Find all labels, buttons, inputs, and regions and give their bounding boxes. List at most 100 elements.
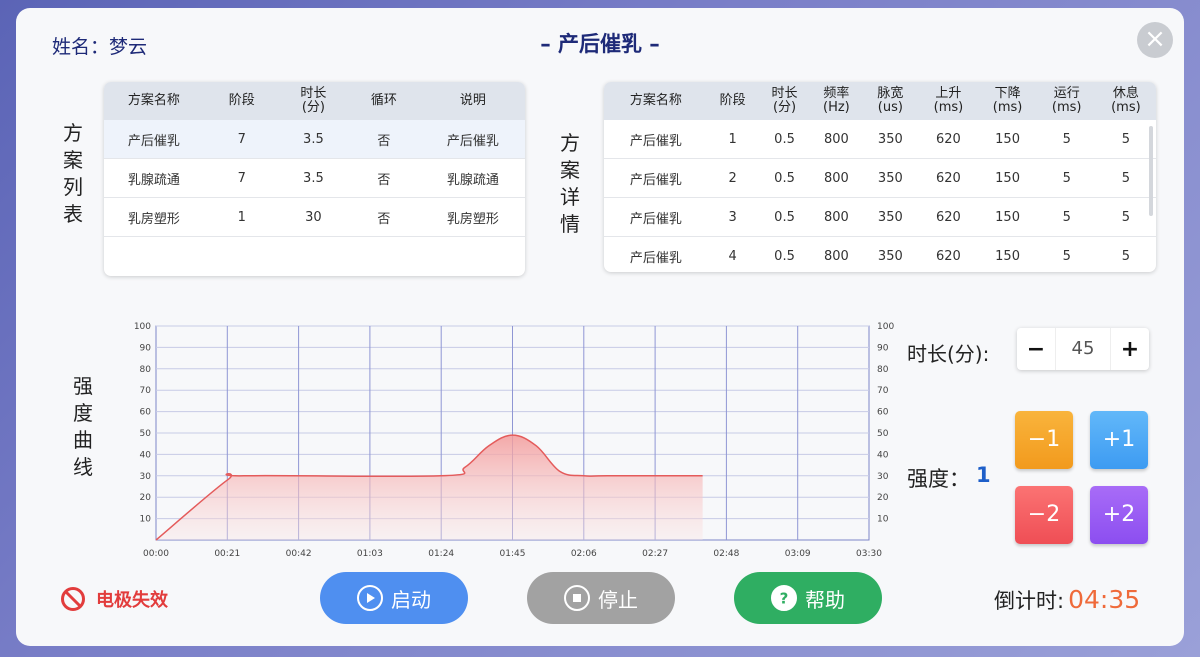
table-cell: 620: [919, 120, 978, 159]
y-tick-label-right: 100: [877, 322, 894, 332]
column-header-text: 说明: [459, 93, 486, 108]
table-cell: 620: [919, 197, 978, 237]
x-tick-label: 00:21: [214, 549, 240, 558]
y-tick-label-right: 80: [877, 365, 889, 375]
table-cell: 350: [861, 236, 920, 272]
column-header-text: 方案名称: [127, 93, 180, 108]
table-cell: 产后催乳: [420, 120, 525, 159]
help-button[interactable]: ? 帮助: [734, 572, 882, 624]
intensity-area: [156, 435, 703, 540]
column-header-text: 频率: [823, 86, 850, 101]
column-header: 方案名称: [104, 82, 204, 120]
y-tick-label-right: 30: [877, 472, 889, 482]
column-header-text: 循环: [370, 93, 397, 108]
countdown: 倒计时: 04:35: [994, 585, 1140, 615]
y-tick-label-left: 30: [140, 472, 152, 482]
table-cell: 800: [811, 197, 862, 237]
table-cell: 产后催乳: [604, 120, 708, 159]
y-tick-label-right: 50: [877, 429, 889, 439]
table-row[interactable]: 乳腺疏通 7 3.5 否乳腺疏通: [104, 158, 525, 198]
table-row[interactable]: 产后催乳 4 0.5 800 350 620 150 5 5: [604, 236, 1156, 272]
table-row[interactable]: 产后催乳 1 0.5 800 350 620 150 5 5: [604, 120, 1156, 159]
table-cell: 0.5: [757, 197, 812, 237]
stop-label: 停止: [598, 587, 638, 612]
table-row[interactable]: 产后催乳 3 0.5 800 350 620 150 5 5: [604, 197, 1156, 237]
x-tick-label: 00:00: [143, 549, 169, 558]
plan-detail-grid: 方案名称 阶段 时长 (分) 频率 (Hz) 脉宽 (us) 上升 (ms) 下降 (ms) 运行 (ms…: [604, 82, 1156, 272]
table-cell: 5: [1095, 158, 1156, 198]
electrode-status-text: 电极失效: [96, 590, 168, 611]
y-tick-label-left: 10: [140, 515, 152, 525]
intensity-label: 强度：: [907, 467, 970, 491]
y-tick-label-left: 40: [140, 450, 152, 460]
plan-list-table: 方案名称 阶段 时长 (分) 循环 说明 产后催乳 7 3.5 否产后催乳 乳腺疏通 7 3.5 否乳腺…: [104, 82, 525, 276]
intensity-minus2-button[interactable]: −2: [1015, 486, 1073, 544]
label-char: 表: [63, 202, 83, 226]
plan-list-grid: 方案名称 阶段 时长 (分) 循环 说明 产后催乳 7 3.5 否产后催乳 乳腺疏通 7 3.5 否乳腺…: [104, 82, 525, 237]
electrode-status: 电极失效: [60, 586, 168, 612]
table-cell: 5: [1095, 197, 1156, 237]
stop-button[interactable]: 停止: [527, 572, 675, 624]
column-header-text: 时长: [300, 86, 327, 101]
page-title: – 产后催乳 –: [540, 32, 660, 56]
table-cell: 产后催乳: [604, 197, 708, 237]
intensity-minus1-button[interactable]: −1: [1015, 411, 1073, 469]
table-cell: 800: [811, 158, 862, 198]
label-char: 案: [63, 148, 83, 172]
scrollbar[interactable]: [1149, 126, 1153, 216]
table-cell: 5: [1095, 120, 1156, 159]
x-tick-label: 01:03: [357, 549, 383, 558]
start-button[interactable]: 启动: [320, 572, 468, 624]
column-header-text: (分): [301, 100, 325, 115]
close-button[interactable]: ×: [1137, 22, 1173, 58]
column-header: 频率 (Hz): [812, 82, 862, 120]
table-cell: 350: [861, 197, 920, 237]
table-cell: 0.5: [757, 236, 812, 272]
duration-decrease-button[interactable]: −: [1017, 337, 1055, 362]
duration-stepper: − 45 +: [1017, 328, 1149, 370]
column-header-text: 休息: [1112, 86, 1139, 101]
duration-value[interactable]: 45: [1055, 328, 1111, 370]
column-header-text: 阶段: [228, 93, 255, 108]
table-row[interactable]: 产后催乳 7 3.5 否产后催乳: [104, 120, 525, 159]
column-header-text: 上升: [935, 86, 962, 101]
help-label: 帮助: [805, 587, 845, 612]
duration-increase-button[interactable]: +: [1111, 337, 1149, 362]
table-cell: 否: [347, 197, 421, 237]
table-cell: 乳腺疏通: [104, 158, 204, 198]
table-cell: 620: [919, 158, 978, 198]
close-icon: ×: [1144, 24, 1166, 54]
play-icon: [357, 585, 383, 611]
column-header-text: (Hz): [823, 100, 850, 115]
x-tick-label: 00:42: [286, 549, 312, 558]
table-cell: 350: [861, 158, 920, 198]
countdown-label: 倒计时:: [994, 589, 1065, 613]
table-row[interactable]: 乳房塑形 1 30 否乳房塑形: [104, 197, 525, 237]
prohibited-icon: [61, 587, 85, 611]
y-tick-label-left: 100: [134, 322, 151, 332]
table-cell: 7: [203, 158, 280, 198]
column-header: 休息 (ms): [1096, 82, 1156, 120]
table-cell: 产后催乳: [604, 236, 708, 272]
table-row[interactable]: 产后催乳 2 0.5 800 350 620 150 5 5: [604, 158, 1156, 198]
y-tick-label-left: 60: [140, 408, 152, 418]
x-tick-label: 03:09: [785, 549, 811, 558]
stop-icon: [564, 585, 590, 611]
label-char: 列: [63, 175, 83, 199]
table-cell: 5: [1037, 158, 1096, 198]
table-cell: 350: [861, 120, 920, 159]
intensity-value: 1: [976, 463, 991, 487]
table-cell: 1: [707, 120, 758, 159]
label-char: 详: [560, 185, 580, 209]
x-tick-label: 02:06: [571, 549, 597, 558]
label-char: 强: [73, 374, 93, 398]
table-cell: 800: [811, 236, 862, 272]
column-header: 时长 (分): [758, 82, 812, 120]
x-tick-label: 01:45: [500, 549, 526, 558]
intensity-plus1-button[interactable]: +1: [1090, 411, 1148, 469]
table-cell: 0.5: [757, 158, 812, 198]
column-header-text: (us): [877, 100, 903, 115]
column-header: 下降 (ms): [977, 82, 1037, 120]
table-cell: 2: [707, 158, 758, 198]
intensity-plus2-button[interactable]: +2: [1090, 486, 1148, 544]
